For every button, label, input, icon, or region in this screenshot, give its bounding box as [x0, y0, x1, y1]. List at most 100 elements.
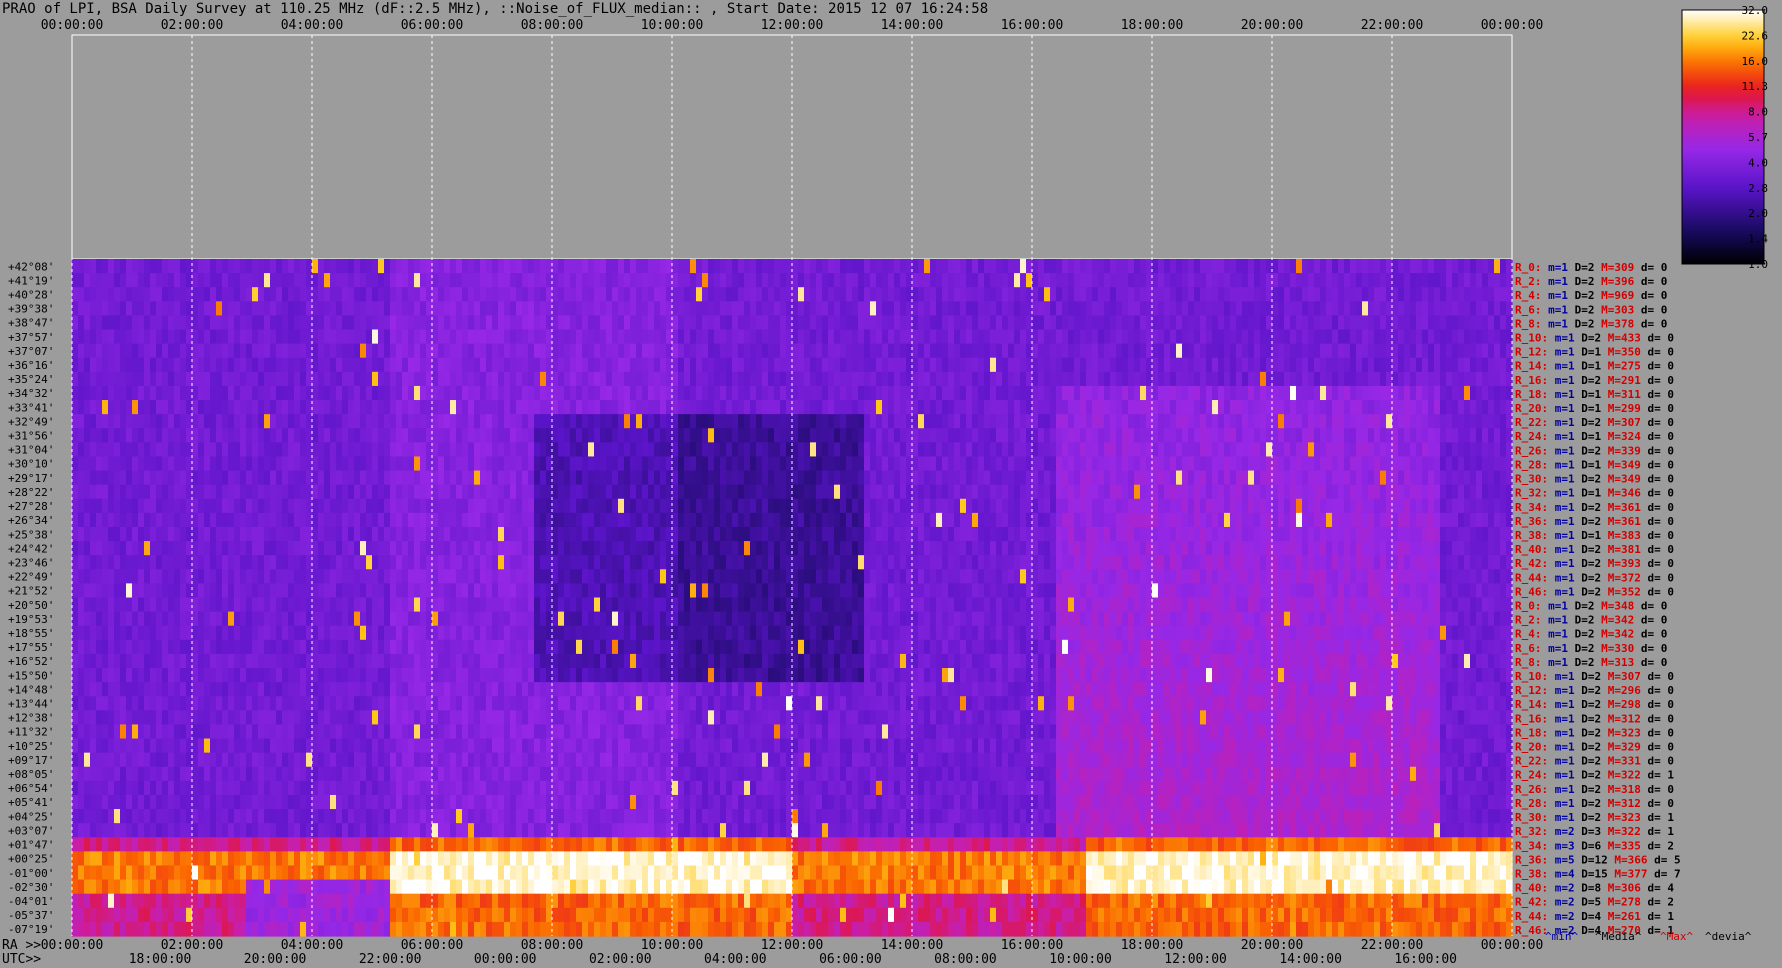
heatmap-cell: [126, 470, 133, 486]
heatmap-cell: [1194, 315, 1201, 331]
heatmap-cell: [336, 357, 343, 373]
heatmap-cell: [1344, 498, 1351, 514]
heatmap-cell: [648, 541, 655, 556]
heatmap-cell: [606, 414, 613, 429]
heatmap-cell: [102, 498, 109, 514]
heatmap-cell: [1092, 343, 1099, 359]
heatmap-cell: [1272, 343, 1279, 359]
heatmap-cell: [336, 273, 343, 288]
heatmap-cell: [210, 301, 217, 317]
heatmap-cell: [618, 428, 625, 443]
heatmap-cell: [882, 329, 889, 345]
heatmap-cell: [978, 541, 985, 556]
heatmap-cell: [246, 259, 253, 274]
heatmap-cell: [414, 512, 421, 528]
heatmap-cell: [1404, 287, 1411, 302]
heatmap-cell: [414, 343, 421, 359]
heatmap-cell: [102, 343, 109, 359]
heatmap-cell: [642, 357, 649, 373]
heatmap-cell: [1230, 484, 1237, 500]
heatmap-cell: [516, 357, 523, 373]
heatmap-cell: [780, 371, 787, 387]
heatmap-cell: [294, 357, 301, 373]
heatmap-cell: [1002, 512, 1009, 528]
heatmap-cell: [468, 526, 475, 542]
heatmap-cell: [864, 498, 871, 514]
heatmap-cell: [870, 315, 877, 331]
heatmap-cell: [1230, 498, 1237, 514]
heatmap-cell: [984, 329, 991, 345]
heatmap-cell: [828, 541, 835, 556]
heatmap-cell: [1230, 371, 1237, 387]
heatmap-cell: [96, 400, 103, 415]
heatmap-cell: [228, 371, 235, 387]
heatmap-cell: [636, 414, 643, 429]
heatmap-cell: [1266, 470, 1273, 486]
heatmap-cell: [978, 442, 985, 458]
heatmap-cell: [936, 343, 943, 359]
heatmap-cell: [138, 484, 145, 500]
heatmap-cell: [1182, 259, 1189, 274]
heatmap-cell: [576, 301, 583, 317]
heatmap-cell: [138, 371, 145, 387]
heatmap-cell: [1248, 512, 1255, 528]
heatmap-cell: [1470, 287, 1477, 302]
heatmap-cell: [1224, 315, 1231, 331]
heatmap-cell: [1434, 414, 1441, 429]
heatmap-cell: [792, 371, 799, 387]
heatmap-cell: [1062, 357, 1069, 373]
heatmap-cell: [1494, 301, 1501, 317]
heatmap-cell: [156, 329, 163, 345]
heatmap-cell: [852, 259, 859, 274]
heatmap-cell: [450, 512, 457, 528]
heatmap-cell: [1014, 456, 1021, 472]
heatmap-cell: [516, 526, 523, 542]
heatmap-cell: [198, 456, 205, 472]
heatmap-cell: [828, 428, 835, 443]
heatmap-cell: [1392, 343, 1399, 359]
heatmap-cell: [684, 329, 691, 345]
heatmap-cell: [588, 385, 595, 401]
heatmap-cell: [1344, 512, 1351, 528]
heatmap-cell: [678, 329, 685, 345]
heatmap-cell: [138, 287, 145, 302]
heatmap-cell: [816, 329, 823, 345]
heatmap-cell: [828, 414, 835, 429]
heatmap-cell: [432, 400, 439, 415]
heatmap-cell: [348, 315, 355, 331]
heatmap-cell: [1326, 329, 1333, 345]
heatmap-cell: [330, 512, 337, 528]
heatmap-cell: [990, 371, 997, 387]
heatmap-cell: [288, 301, 295, 317]
heatmap-cell: [1158, 541, 1165, 556]
heatmap-cell: [1134, 400, 1141, 415]
heatmap-cell: [564, 315, 571, 331]
heatmap-cell: [354, 484, 361, 500]
heatmap-cell: [1236, 414, 1243, 429]
heatmap-cell: [180, 526, 187, 542]
heatmap-cell: [1284, 498, 1291, 514]
heatmap-cell: [1038, 470, 1045, 486]
heatmap-cell: [630, 287, 637, 302]
heatmap-cell: [234, 343, 241, 359]
heatmap-cell: [642, 400, 649, 415]
heatmap-cell: [876, 259, 883, 274]
heatmap-cell: [1002, 456, 1009, 472]
heatmap-cell: [492, 357, 499, 373]
heatmap-cell: [846, 456, 853, 472]
heatmap-cell: [1176, 456, 1183, 472]
heatmap-cell: [294, 259, 301, 274]
heatmap-cell: [1230, 273, 1237, 288]
heatmap-cell: [828, 512, 835, 528]
heatmap-cell: [738, 301, 745, 317]
heatmap-cell: [780, 470, 787, 486]
heatmap-cell: [966, 512, 973, 528]
heatmap-cell: [996, 287, 1003, 302]
heatmap-cell: [1350, 414, 1357, 429]
heatmap-cell: [168, 343, 175, 359]
heatmap-cell: [378, 385, 385, 401]
heatmap-cell: [114, 400, 121, 415]
heatmap-cell: [780, 428, 787, 443]
heatmap-cell: [1386, 343, 1393, 359]
heatmap-cell: [774, 343, 781, 359]
